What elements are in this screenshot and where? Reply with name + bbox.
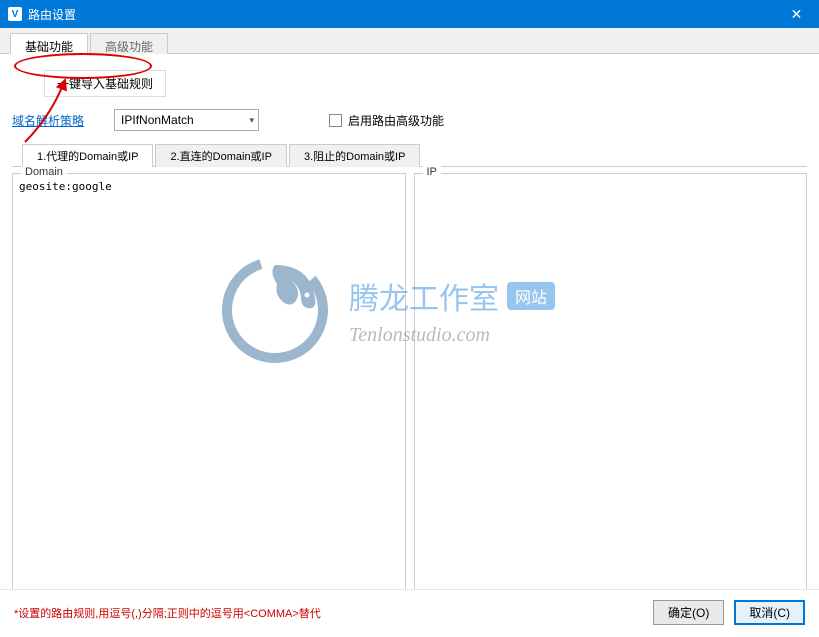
domain-textarea[interactable] <box>13 174 405 604</box>
footer: *设置的路由规则,用逗号(,)分隔;正则中的逗号用<COMMA>替代 确定(O)… <box>0 589 819 637</box>
domain-strategy-link[interactable]: 域名解析策略 <box>12 112 84 129</box>
tab-basic[interactable]: 基础功能 <box>10 33 88 54</box>
app-icon: V <box>8 7 22 21</box>
rule-tabs: 1.代理的Domain或IP 2.直连的Domain或IP 3.阻止的Domai… <box>12 143 807 167</box>
tab-advanced[interactable]: 高级功能 <box>90 33 168 54</box>
ok-button[interactable]: 确定(O) <box>653 600 724 625</box>
chevron-down-icon: ▾ <box>249 115 254 126</box>
footer-buttons: 确定(O) 取消(C) <box>653 600 805 625</box>
domain-strategy-combo[interactable]: IPIfNonMatch ▾ <box>114 109 259 131</box>
tab-proxy-domain-ip[interactable]: 1.代理的Domain或IP <box>22 144 153 167</box>
settings-row: 域名解析策略 IPIfNonMatch ▾ 启用路由高级功能 <box>12 109 807 131</box>
ip-legend: IP <box>423 166 441 178</box>
ip-fieldset: IP <box>414 173 808 608</box>
cancel-button[interactable]: 取消(C) <box>734 600 805 625</box>
combo-value: IPIfNonMatch <box>121 113 194 127</box>
footer-note: *设置的路由规则,用逗号(,)分隔;正则中的逗号用<COMMA>替代 <box>14 605 321 621</box>
tab-direct-domain-ip[interactable]: 2.直连的Domain或IP <box>155 144 286 167</box>
fieldsets: Domain IP <box>12 173 807 608</box>
titlebar: V 路由设置 ✕ <box>0 0 819 28</box>
domain-fieldset: Domain <box>12 173 406 608</box>
import-rules-button[interactable]: 一键导入基础规则 <box>44 70 166 97</box>
content-area: 一键导入基础规则 域名解析策略 IPIfNonMatch ▾ 启用路由高级功能 … <box>0 54 819 616</box>
main-tabs: 基础功能 高级功能 <box>0 28 819 54</box>
close-button[interactable]: ✕ <box>774 0 819 28</box>
enable-advanced-routing-checkbox[interactable]: 启用路由高级功能 <box>329 112 444 129</box>
checkbox-label: 启用路由高级功能 <box>348 112 444 129</box>
window-title: 路由设置 <box>28 6 76 23</box>
tab-block-domain-ip[interactable]: 3.阻止的Domain或IP <box>289 144 420 167</box>
ip-textarea[interactable] <box>415 174 807 604</box>
close-icon: ✕ <box>791 6 803 23</box>
domain-legend: Domain <box>21 166 67 178</box>
checkbox-box <box>329 114 342 127</box>
